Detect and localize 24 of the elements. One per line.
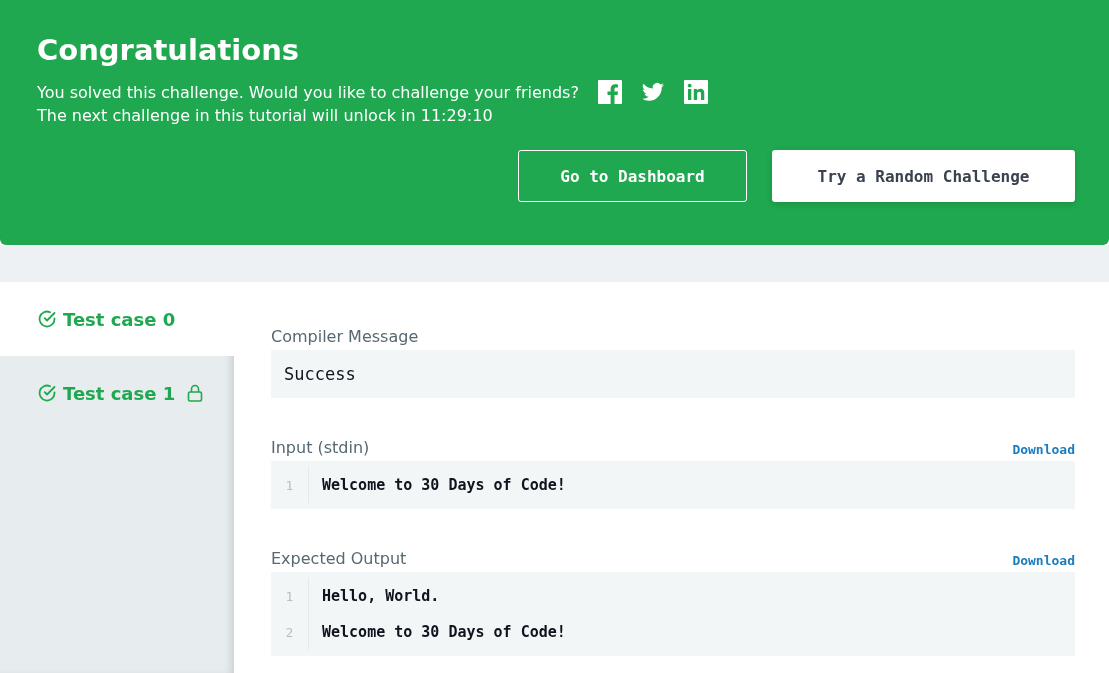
line-number: 1: [271, 578, 309, 614]
test-case-tab[interactable]: Test case 0: [0, 282, 234, 356]
check-circle-icon: [37, 383, 57, 403]
dashboard-button[interactable]: Go to Dashboard: [518, 150, 747, 202]
unlock-countdown-text: The next challenge in this tutorial will unlock in 11:29:10: [37, 106, 494, 126]
facebook-icon[interactable]: [597, 80, 622, 104]
twitter-icon[interactable]: [640, 80, 665, 104]
test-case-tab[interactable]: Test case 1: [0, 356, 234, 430]
banner-title: Congratulations: [37, 32, 301, 69]
check-circle-icon: [37, 309, 57, 329]
download-link[interactable]: Download: [1012, 553, 1075, 568]
banner-message: You solved this challenge. Would you like to challenge your friends?: [37, 82, 579, 102]
section-label: Expected Output: [271, 549, 407, 568]
download-link[interactable]: Download: [1012, 442, 1075, 457]
code-line: Hello, World.: [321, 587, 440, 605]
line-number: 2: [271, 614, 309, 650]
random-challenge-button[interactable]: Try a Random Challenge: [772, 150, 1075, 202]
section-label: Input (stdin): [271, 438, 370, 457]
section-label: Compiler Message: [271, 327, 419, 346]
code-line: Welcome to 30 Days of Code!: [321, 476, 566, 494]
compiler-message-box: Success: [271, 350, 1075, 398]
code-line: Welcome to 30 Days of Code!: [321, 623, 566, 641]
line-number: 1: [271, 467, 309, 503]
linkedin-icon[interactable]: [683, 80, 708, 104]
